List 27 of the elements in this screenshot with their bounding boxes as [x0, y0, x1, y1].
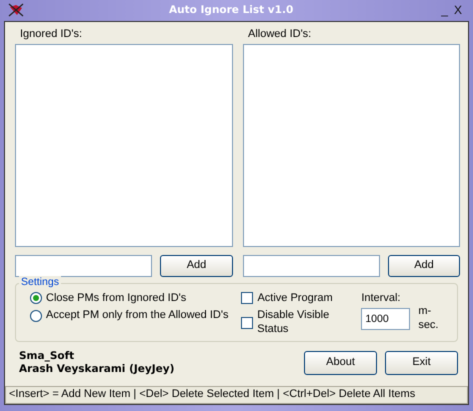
- window-title: Auto Ignore List v1.0: [168, 4, 294, 17]
- list-label: Ignored ID's:: [19, 28, 84, 42]
- about-button[interactable]: About: [304, 350, 377, 375]
- exit-button[interactable]: Exit: [385, 350, 458, 375]
- app-icon: [8, 3, 24, 18]
- interval-label: Interval:: [361, 292, 402, 306]
- credit-text: Sma_Soft: [19, 350, 76, 363]
- credit-text: Arash Veyskarami (JeyJey): [19, 362, 176, 376]
- checkbox-label: Disable Visible Status: [257, 309, 330, 337]
- radio-label: Close PMs from Ignored ID's: [46, 292, 186, 306]
- add-button[interactable]: Add: [388, 254, 460, 276]
- id-field[interactable]: [15, 254, 152, 276]
- minimize-button[interactable]: _: [438, 4, 451, 16]
- add-button[interactable]: Add: [160, 254, 233, 276]
- group-title: Settings: [19, 276, 61, 289]
- checkbox[interactable]: [241, 292, 254, 304]
- close-button[interactable]: X: [450, 4, 465, 16]
- status-bar: <Insert> = Add New Item | <Del> Delete Selected Item | <Ctrl+Del> Delete All Items: [5, 386, 468, 404]
- checkbox-label: Active Program: [257, 292, 333, 306]
- id-field[interactable]: [243, 254, 380, 276]
- checkbox[interactable]: [241, 317, 254, 329]
- radio-button[interactable]: [30, 310, 42, 322]
- radio-label: Accept PM only from the Allowed ID's: [46, 309, 228, 323]
- interval-field[interactable]: 1000: [361, 308, 410, 330]
- radio-button[interactable]: [30, 292, 42, 304]
- unit-label: m-sec.: [418, 305, 440, 333]
- list-label: Allowed ID's:: [247, 28, 312, 42]
